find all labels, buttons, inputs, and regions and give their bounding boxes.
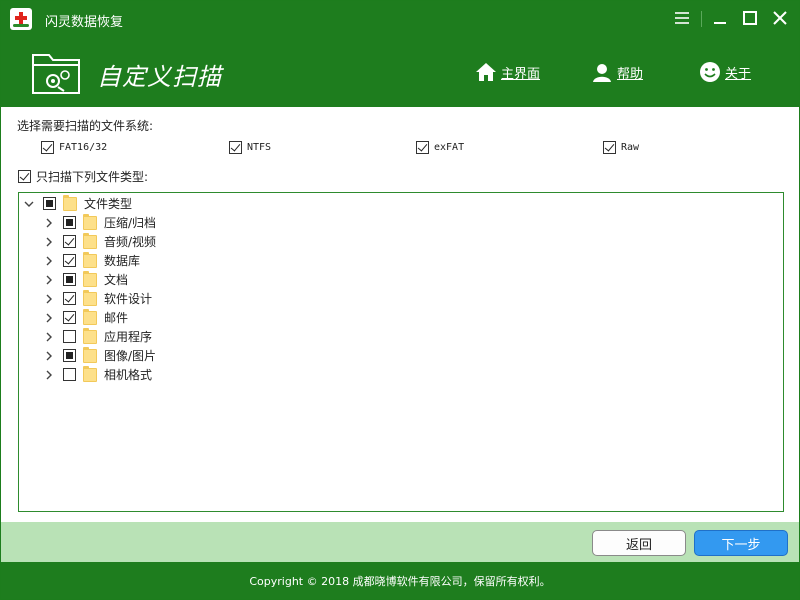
folder-icon	[83, 232, 97, 249]
footer: Copyright © 2018 成都晓博软件有限公司，保留所有权利。	[1, 562, 799, 599]
header-band: 自定义扫描 主界面 帮助 关于	[1, 37, 799, 107]
folder-icon	[83, 365, 97, 382]
folder-icon	[83, 327, 97, 344]
tree-item-label: 数据库	[104, 254, 141, 268]
action-bar: 返回 下一步	[1, 522, 799, 562]
home-icon	[476, 63, 496, 81]
nav-home-label[interactable]: 主界面	[501, 63, 540, 82]
chevron-right-icon[interactable]	[43, 331, 55, 343]
fs-option-ntfs[interactable]: NTFS	[229, 139, 271, 155]
tree-item-checkbox[interactable]	[63, 368, 76, 381]
folder-icon	[83, 213, 97, 230]
file-type-tree[interactable]: 文件类型 压缩/归档 音频/视频 数据库 文档 软件设计 邮件 应用程序 图像/…	[18, 192, 784, 512]
tree-root-checkbox[interactable]	[43, 197, 56, 210]
tree-item-label: 软件设计	[104, 292, 153, 306]
tree-item[interactable]: 数据库	[43, 251, 140, 270]
only-scan-option[interactable]: 只扫描下列文件类型:	[18, 168, 148, 184]
title-bar[interactable]: 闪灵数据恢复	[1, 1, 799, 37]
tree-item-label: 文档	[104, 273, 129, 287]
user-help-icon	[593, 64, 611, 82]
tree-item[interactable]: 音频/视频	[43, 232, 156, 251]
smiley-icon	[700, 62, 720, 82]
nav-about-label[interactable]: 关于	[725, 63, 751, 82]
tree-item[interactable]: 软件设计	[43, 289, 152, 308]
fs-fat-label: FAT16/32	[59, 141, 108, 153]
custom-scan-folder-icon	[31, 49, 81, 95]
back-button[interactable]: 返回	[592, 530, 686, 556]
tree-item[interactable]: 文档	[43, 270, 128, 289]
tree-item-checkbox[interactable]	[63, 216, 76, 229]
only-scan-checkbox[interactable]	[18, 169, 31, 183]
nav-about[interactable]: 关于	[699, 59, 751, 85]
nav-help-label[interactable]: 帮助	[617, 63, 643, 82]
fs-ntfs-label: NTFS	[247, 141, 272, 153]
folder-icon	[83, 289, 97, 306]
minimize-icon[interactable]	[709, 7, 731, 29]
tree-item-checkbox[interactable]	[63, 273, 76, 286]
tree-item[interactable]: 相机格式	[43, 365, 152, 384]
tree-item[interactable]: 压缩/归档	[43, 213, 156, 232]
fs-ntfs-checkbox[interactable]	[229, 140, 242, 154]
fs-raw-label: Raw	[621, 141, 640, 153]
tree-item-label: 压缩/归档	[104, 216, 157, 230]
app-logo-icon	[10, 8, 32, 30]
folder-icon	[83, 346, 97, 363]
chevron-right-icon[interactable]	[43, 274, 55, 286]
chevron-right-icon[interactable]	[43, 217, 55, 229]
tree-root-label: 文件类型	[84, 197, 133, 211]
next-button[interactable]: 下一步	[694, 530, 788, 556]
only-scan-label: 只扫描下列文件类型:	[36, 169, 149, 184]
title-separator	[701, 11, 702, 27]
chevron-right-icon[interactable]	[43, 293, 55, 305]
tree-item-label: 音频/视频	[104, 235, 157, 249]
tree-item-label: 相机格式	[104, 368, 153, 382]
nav-help[interactable]: 帮助	[591, 59, 643, 85]
folder-icon	[83, 251, 97, 268]
tree-item-checkbox[interactable]	[63, 330, 76, 343]
fs-option-fat[interactable]: FAT16/32	[41, 139, 107, 155]
page-title: 自定义扫描	[97, 63, 222, 91]
chevron-right-icon[interactable]	[43, 312, 55, 324]
fs-fat-checkbox[interactable]	[41, 140, 54, 154]
fs-option-raw[interactable]: Raw	[603, 139, 639, 155]
tree-item[interactable]: 图像/图片	[43, 346, 156, 365]
app-window: 闪灵数据恢复 自定义扫描 主界面 帮助 关于 选择需要扫描的文件系统: FAT1…	[0, 0, 800, 600]
close-icon[interactable]	[769, 7, 791, 29]
fs-raw-checkbox[interactable]	[603, 140, 616, 154]
fs-exfat-checkbox[interactable]	[416, 140, 429, 154]
menu-icon[interactable]	[671, 7, 693, 29]
tree-item-checkbox[interactable]	[63, 235, 76, 248]
window-title: 闪灵数据恢复	[45, 15, 124, 30]
chevron-right-icon[interactable]	[43, 350, 55, 362]
tree-item-label: 应用程序	[104, 330, 153, 344]
filesystem-label: 选择需要扫描的文件系统:	[17, 119, 154, 133]
tree-item-label: 图像/图片	[104, 349, 157, 363]
folder-icon	[63, 194, 77, 211]
folder-icon	[83, 270, 97, 287]
chevron-right-icon[interactable]	[43, 236, 55, 248]
nav-home[interactable]: 主界面	[475, 59, 540, 85]
tree-item-checkbox[interactable]	[63, 254, 76, 267]
fs-option-exfat[interactable]: exFAT	[416, 139, 464, 155]
chevron-right-icon[interactable]	[43, 369, 55, 381]
copyright-text: Copyright © 2018 成都晓博软件有限公司，保留所有权利。	[249, 574, 551, 588]
fs-exfat-label: exFAT	[434, 141, 465, 153]
tree-item-checkbox[interactable]	[63, 311, 76, 324]
chevron-right-icon[interactable]	[43, 255, 55, 267]
tree-item[interactable]: 邮件	[43, 308, 128, 327]
tree-item-label: 邮件	[104, 311, 129, 325]
tree-item[interactable]: 应用程序	[43, 327, 152, 346]
tree-item-checkbox[interactable]	[63, 292, 76, 305]
tree-item-checkbox[interactable]	[63, 349, 76, 362]
folder-icon	[83, 308, 97, 325]
chevron-down-icon[interactable]	[23, 198, 35, 210]
tree-root[interactable]: 文件类型	[23, 194, 132, 213]
maximize-icon[interactable]	[739, 7, 761, 29]
